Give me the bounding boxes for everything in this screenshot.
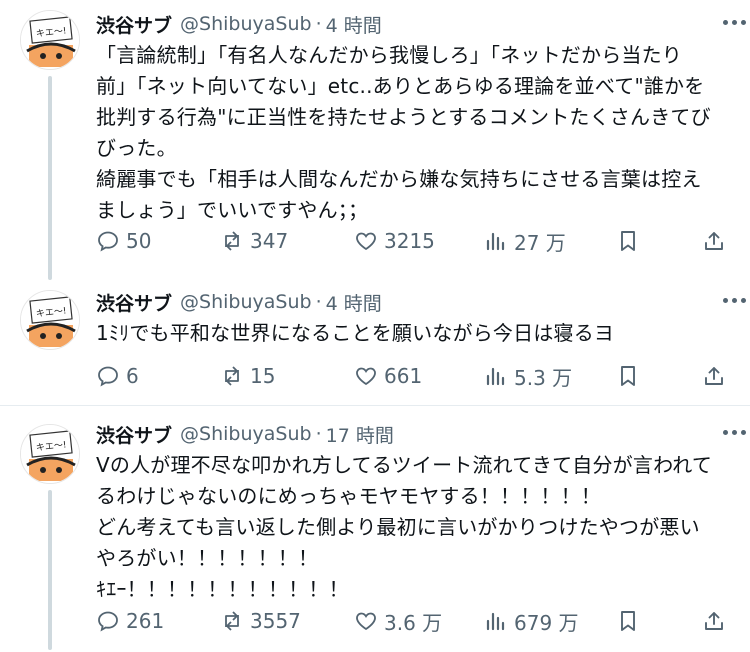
thread-line: [48, 490, 52, 650]
heart-icon: [356, 612, 376, 631]
retweet-icon: [225, 231, 239, 251]
user-handle[interactable]: @ShibuyaSub: [180, 423, 312, 445]
reply-button[interactable]: 50: [96, 226, 151, 256]
retweet-count: 347: [250, 229, 289, 253]
separator-dot: ·: [315, 13, 322, 35]
more-options-button[interactable]: [723, 20, 746, 25]
tweet-text: Vの人が理不尽な叩かれ方してるツイート流れてきて自分が言われて るわけじゃないの…: [96, 453, 713, 601]
retweet-count: 3557: [250, 609, 301, 633]
bookmark-button[interactable]: [616, 606, 640, 636]
avatar[interactable]: キエ〜!: [20, 424, 80, 484]
retweet-icon: [225, 366, 239, 386]
views-chart-icon: [486, 367, 505, 386]
views-button[interactable]: 27 万: [484, 226, 566, 256]
bookmark-icon: [621, 611, 635, 631]
heart-icon: [356, 232, 376, 251]
reply-count: 6: [126, 364, 139, 388]
timestamp[interactable]: 4 時間: [326, 289, 382, 316]
like-count: 661: [384, 364, 423, 388]
views-button[interactable]: 5.3 万: [484, 361, 572, 391]
timestamp[interactable]: 4 時間: [326, 11, 382, 38]
reply-icon: [98, 366, 118, 387]
reply-button[interactable]: 6: [96, 361, 139, 391]
avatar-illustration-icon: キエ〜!: [21, 11, 79, 69]
retweet-count: 15: [250, 364, 276, 388]
avatar-illustration-icon: キエ〜!: [21, 291, 79, 349]
share-icon: [705, 367, 723, 385]
bookmark-icon: [621, 366, 635, 386]
separator-dot: ·: [315, 291, 322, 313]
tweet-1[interactable]: キエ〜! 渋谷サブ @ShibuyaSub · 4 時間 「言論統制」「有名人な…: [0, 0, 750, 280]
share-button[interactable]: [702, 606, 726, 636]
like-button[interactable]: 661: [354, 361, 422, 391]
share-button[interactable]: [702, 226, 726, 256]
view-count: 27 万: [514, 230, 566, 255]
bookmark-button[interactable]: [616, 361, 640, 391]
tweet-text: 1ﾐﾘでも平和な世界になることを願いながら今日は寝るヨ: [96, 321, 615, 345]
share-button[interactable]: [702, 361, 726, 391]
heart-icon: [356, 367, 376, 386]
like-button[interactable]: 3.6 万: [354, 606, 442, 636]
display-name[interactable]: 渋谷サブ: [96, 289, 172, 316]
tweet-3[interactable]: キエ〜! 渋谷サブ @ShibuyaSub · 17 時間 Vの人が理不尽な叩か…: [0, 414, 750, 652]
retweet-button[interactable]: 3557: [220, 606, 301, 636]
like-count: 3.6 万: [384, 610, 443, 635]
user-handle[interactable]: @ShibuyaSub: [180, 13, 312, 35]
reply-button[interactable]: 261: [96, 606, 164, 636]
bookmark-icon: [621, 231, 635, 251]
reply-icon: [98, 231, 118, 252]
bookmark-button[interactable]: [616, 226, 640, 256]
more-options-button[interactable]: [723, 298, 746, 303]
share-icon: [705, 232, 723, 250]
views-button[interactable]: 679 万: [484, 606, 579, 636]
like-button[interactable]: 3215: [354, 226, 435, 256]
views-chart-icon: [486, 612, 505, 631]
retweet-button[interactable]: 347: [220, 226, 288, 256]
display-name[interactable]: 渋谷サブ: [96, 11, 172, 38]
avatar-illustration-icon: キエ〜!: [21, 425, 79, 483]
tweet-2[interactable]: キエ〜! 渋谷サブ @ShibuyaSub · 4 時間 1ﾐﾘでも平和な世界に…: [0, 280, 750, 406]
reply-count: 261: [126, 609, 165, 633]
user-handle[interactable]: @ShibuyaSub: [180, 291, 312, 313]
retweet-icon: [225, 611, 239, 631]
views-chart-icon: [486, 232, 505, 251]
separator-dot: ·: [315, 423, 322, 445]
thread-line: [48, 76, 52, 280]
retweet-button[interactable]: 15: [220, 361, 275, 391]
timestamp[interactable]: 17 時間: [326, 421, 394, 448]
display-name[interactable]: 渋谷サブ: [96, 421, 172, 448]
reply-count: 50: [126, 229, 152, 253]
like-count: 3215: [384, 229, 435, 253]
tweet-text: 「言論統制」「有名人なんだから我慢しろ」「ネットだから当たり 前」「ネット向いて…: [96, 43, 711, 222]
divider: [0, 405, 750, 406]
view-count: 679 万: [514, 610, 579, 635]
avatar[interactable]: キエ〜!: [20, 290, 80, 350]
avatar[interactable]: キエ〜!: [20, 10, 80, 70]
view-count: 5.3 万: [514, 365, 573, 390]
share-icon: [705, 612, 723, 630]
reply-icon: [98, 611, 118, 632]
more-options-button[interactable]: [723, 430, 746, 435]
